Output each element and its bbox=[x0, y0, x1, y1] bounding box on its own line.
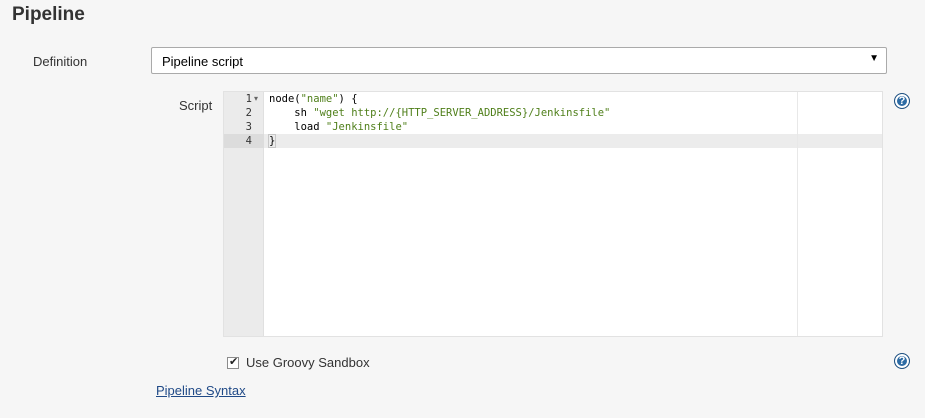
script-editor[interactable]: 1 ▾ node("name") { 2 sh "wget http://{HT… bbox=[223, 91, 883, 337]
fold-toggle-icon[interactable]: ▾ bbox=[254, 92, 258, 106]
definition-select[interactable]: Pipeline script ▼ bbox=[151, 47, 887, 74]
groovy-sandbox-label[interactable]: Use Groovy Sandbox bbox=[246, 355, 370, 370]
line-number: 1 bbox=[245, 93, 252, 105]
script-label: Script bbox=[179, 98, 213, 113]
code-text: sh bbox=[269, 107, 314, 119]
code-text: load bbox=[269, 121, 326, 133]
definition-label: Definition bbox=[33, 54, 88, 69]
definition-selected-value: Pipeline script bbox=[162, 54, 243, 69]
code-string: "Jenkinsfile" bbox=[325, 121, 409, 133]
dropdown-arrow-icon: ▼ bbox=[869, 53, 879, 64]
pipeline-config-page: Pipeline Definition Pipeline script ▼ Sc… bbox=[0, 0, 925, 418]
code-string: "wget http://{HTTP_SERVER_ADDRESS}/Jenki… bbox=[313, 107, 611, 119]
script-help-icon[interactable]: ? bbox=[894, 93, 910, 109]
code-line: } bbox=[267, 134, 277, 148]
print-margin bbox=[797, 92, 798, 336]
line-number: 4 bbox=[245, 135, 252, 147]
checkmark-icon: ✔ bbox=[229, 356, 239, 368]
groovy-sandbox-checkbox[interactable]: ✔ bbox=[227, 356, 239, 369]
code-text: ) { bbox=[338, 93, 358, 105]
pipeline-syntax-link[interactable]: Pipeline Syntax bbox=[156, 383, 246, 398]
text-cursor bbox=[275, 135, 277, 147]
sandbox-help-icon[interactable]: ? bbox=[894, 353, 910, 369]
active-line-highlight bbox=[264, 134, 882, 148]
line-number: 3 bbox=[245, 121, 252, 133]
line-number: 2 bbox=[245, 107, 252, 119]
section-title: Pipeline bbox=[12, 4, 85, 25]
code-line: node("name") { bbox=[269, 92, 358, 106]
code-line: sh "wget http://{HTTP_SERVER_ADDRESS}/Je… bbox=[269, 106, 610, 120]
code-string: "name" bbox=[300, 93, 339, 105]
code-line: load "Jenkinsfile" bbox=[269, 120, 408, 134]
code-text: node( bbox=[269, 93, 301, 105]
